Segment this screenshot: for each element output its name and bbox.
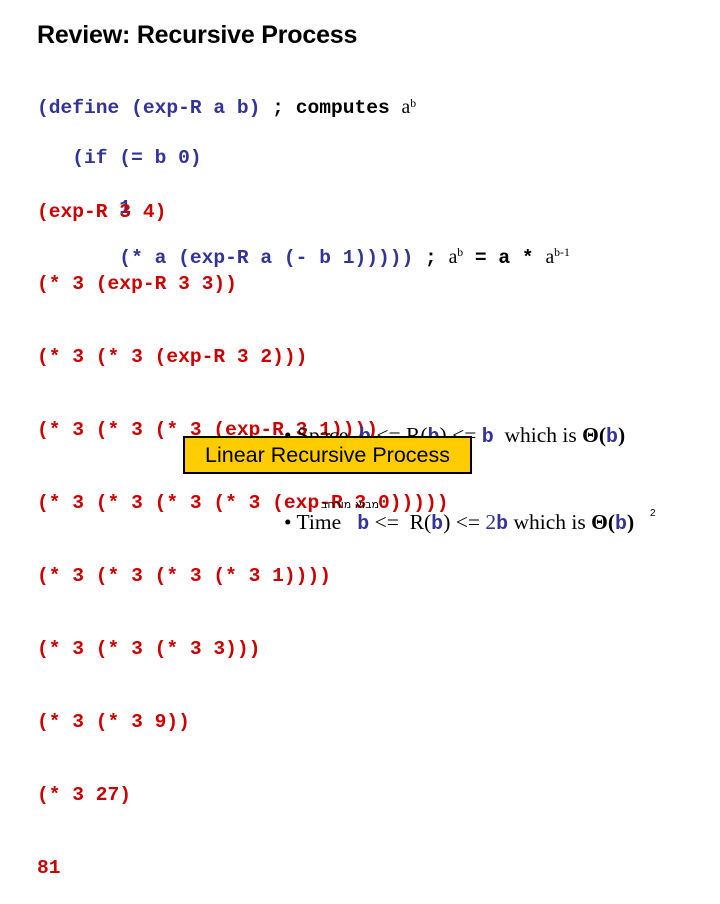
theta-symbol: Θ(	[591, 510, 616, 534]
bullet-time: • Time b <= R(b) <= 2b which is Θ(b)	[284, 508, 634, 537]
course-footer: מבוא מורחב	[321, 498, 379, 511]
math-equals: = a *	[463, 246, 546, 269]
math-a: a	[545, 246, 555, 268]
linear-recursive-process-box: Linear Recursive Process	[183, 436, 472, 474]
math-a: a	[401, 97, 411, 119]
theta-symbol: Θ(	[582, 423, 607, 447]
math-exponent: b	[457, 246, 464, 260]
slide-title: Review: Recursive Process	[37, 21, 358, 49]
text: which is	[508, 510, 592, 534]
trace-line: (* 3 27)	[37, 783, 132, 806]
trace-result: 81	[37, 856, 61, 879]
math-a: a	[448, 246, 458, 268]
text: <= R(	[369, 510, 432, 534]
text: )	[618, 423, 626, 447]
trace-line: (exp-R 3 4)	[37, 200, 167, 223]
var-b: b	[431, 513, 444, 536]
text: ) <=	[443, 510, 486, 534]
var-b: b	[357, 513, 370, 536]
code-line-define: (define (exp-R a b) ; computes ab	[37, 97, 570, 120]
comment-text: ; computes	[272, 97, 402, 120]
math-exponent: b-1	[554, 246, 570, 260]
var-b: b	[615, 513, 628, 536]
bullet-label: Time	[296, 510, 358, 534]
text: which is	[493, 423, 583, 447]
var-b: b	[481, 426, 494, 449]
page-number: 2	[650, 508, 656, 519]
var-b: b	[606, 426, 619, 449]
trace-line: (* 3 (exp-R 3 3))	[37, 273, 237, 296]
code-comment: ; computes ab	[272, 97, 416, 119]
coefficient-2: 2	[485, 510, 497, 534]
bullet-dot: •	[284, 510, 297, 534]
trace-line: (* 3 (* 3 9))	[37, 710, 190, 733]
trace-line: (* 3 (* 3 (* 3 3)))	[37, 637, 261, 660]
math-exponent: b	[410, 96, 417, 110]
trace-line: (* 3 (* 3 (* 3 (* 3 1))))	[37, 565, 331, 588]
var-b: b	[496, 513, 509, 536]
text: )	[627, 510, 635, 534]
code-define: (define (exp-R a b)	[37, 97, 273, 120]
